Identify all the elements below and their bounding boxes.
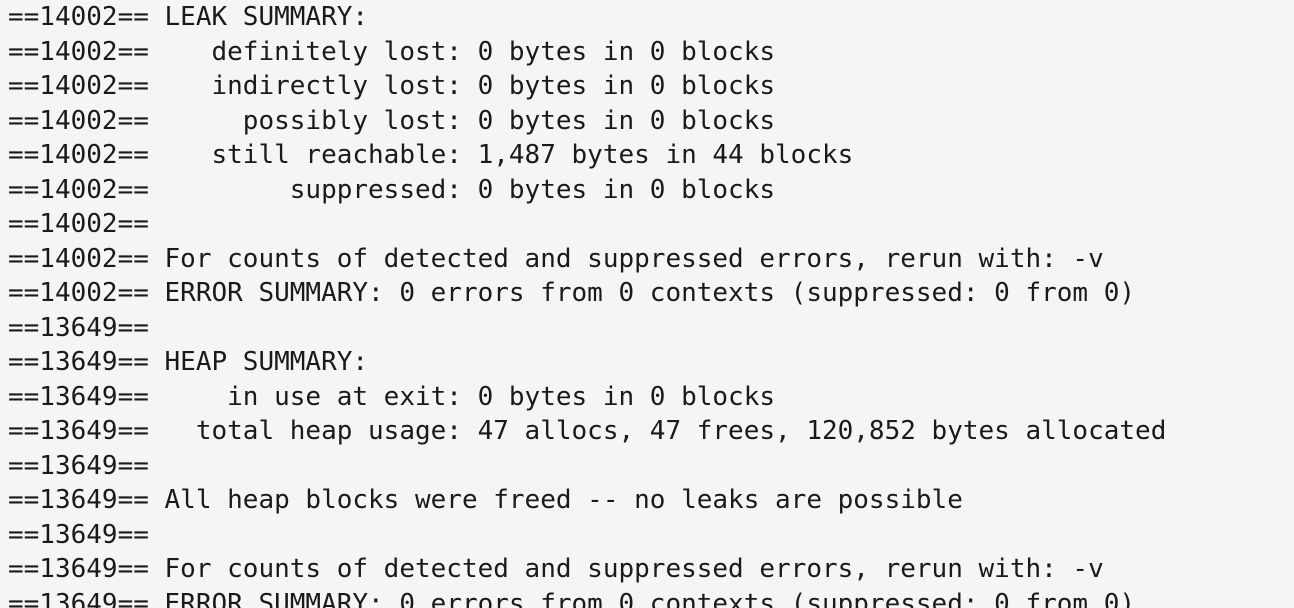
terminal-output[interactable]: ==14002== LEAK SUMMARY: ==14002== defini… xyxy=(0,0,1294,608)
terminal-line: ==13649== ERROR SUMMARY: 0 errors from 0… xyxy=(8,588,1136,608)
terminal-line: ==13649== xyxy=(8,312,149,343)
terminal-line: ==14002== LEAK SUMMARY: xyxy=(8,2,369,32)
terminal-line: ==13649== xyxy=(8,450,149,481)
terminal-line: ==14002== indirectly lost: 0 bytes in 0 … xyxy=(8,71,776,101)
terminal-line: ==14002== possibly lost: 0 bytes in 0 bl… xyxy=(8,105,776,136)
terminal-line: ==13649== HEAP SUMMARY: xyxy=(8,347,369,377)
terminal-line: ==14002== For counts of detected and sup… xyxy=(8,243,1104,274)
terminal-line: ==13649== total heap usage: 47 allocs, 4… xyxy=(8,416,1167,446)
terminal-line: ==13649== xyxy=(8,519,149,550)
terminal-line: ==13649== For counts of detected and sup… xyxy=(8,554,1104,584)
terminal-line: ==14002== suppressed: 0 bytes in 0 block… xyxy=(8,174,776,205)
terminal-line: ==14002== ERROR SUMMARY: 0 errors from 0… xyxy=(8,278,1136,308)
terminal-line: ==13649== All heap blocks were freed -- … xyxy=(8,485,963,515)
terminal-line: ==14002== still reachable: 1,487 bytes i… xyxy=(8,140,854,170)
terminal-line: ==14002== definitely lost: 0 bytes in 0 … xyxy=(8,36,776,67)
terminal-line: ==13649== in use at exit: 0 bytes in 0 b… xyxy=(8,381,776,412)
terminal-line: ==14002== xyxy=(8,209,149,239)
